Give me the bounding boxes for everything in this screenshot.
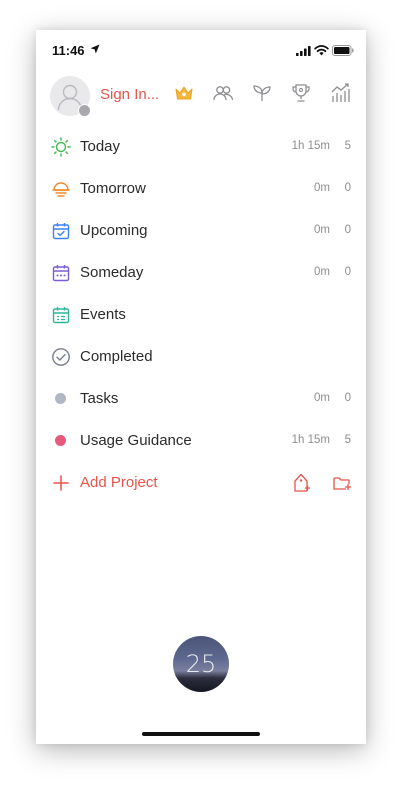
menu-item-count: 5: [344, 434, 351, 446]
home-indicator[interactable]: [142, 732, 260, 736]
sunset-icon: [52, 182, 70, 197]
status-time: 11:46: [52, 43, 85, 58]
menu-item-label: Tasks: [80, 390, 119, 407]
app-screen: 11:46 Sign In... Today 1h 15m 5 Tomorrow…: [36, 30, 366, 744]
menu-item-count: 5: [344, 140, 351, 152]
menu-item-events[interactable]: Events: [36, 294, 366, 336]
menu-item-count: 0: [344, 392, 351, 404]
menu-item-tasks[interactable]: Tasks 0m 0: [36, 378, 366, 420]
location-arrow-icon: [90, 44, 100, 54]
sign-in-link[interactable]: Sign In...: [100, 86, 159, 103]
header: Sign In...: [36, 74, 366, 118]
cellular-signal-icon: [296, 46, 311, 56]
menu-item-duration: 0m: [314, 224, 330, 236]
menu-item-count: 0: [344, 182, 351, 194]
menu-item-someday[interactable]: Someday 0m 0: [36, 252, 366, 294]
wifi-icon: [314, 45, 329, 56]
statistics-icon[interactable]: [329, 82, 351, 104]
crown-icon[interactable]: [173, 82, 195, 104]
project-color-dot: [55, 393, 66, 404]
sun-icon: [51, 137, 71, 157]
add-project-row: Add Project: [36, 462, 366, 504]
menu-item-completed[interactable]: Completed: [36, 336, 366, 378]
add-folder-icon[interactable]: [332, 473, 352, 493]
plus-icon[interactable]: [51, 473, 71, 493]
avatar-badge-icon: [78, 104, 91, 117]
add-tag-icon[interactable]: [291, 472, 311, 494]
status-bar: 11:46: [36, 30, 366, 68]
project-list: Today 1h 15m 5 Tomorrow 0m 0 Upcoming 0m…: [36, 126, 366, 504]
menu-item-count: 0: [344, 266, 351, 278]
menu-item-usage-guidance[interactable]: Usage Guidance 1h 15m 5: [36, 420, 366, 462]
menu-item-upcoming[interactable]: Upcoming 0m 0: [36, 210, 366, 252]
battery-icon: [332, 45, 354, 56]
add-project-button[interactable]: Add Project: [80, 474, 158, 491]
menu-item-label: Completed: [80, 348, 153, 365]
menu-item-today[interactable]: Today 1h 15m 5: [36, 126, 366, 168]
project-color-dot: [55, 435, 66, 446]
calendar-check-icon: [52, 223, 70, 240]
menu-item-duration: 1h 15m: [291, 140, 330, 152]
calendar-dots-icon: [52, 265, 70, 282]
menu-item-label: Upcoming: [80, 222, 148, 239]
menu-item-label: Someday: [80, 264, 144, 281]
check-circle-icon: [52, 348, 70, 366]
menu-item-count: 0: [344, 224, 351, 236]
menu-item-label: Events: [80, 306, 126, 323]
pomodoro-timer-button[interactable]: 25: [173, 636, 229, 692]
sprout-icon[interactable]: [251, 82, 273, 104]
menu-item-duration: 0m: [314, 182, 330, 194]
group-icon[interactable]: [212, 82, 234, 104]
calendar-list-icon: [52, 307, 70, 324]
menu-item-duration: 1h 15m: [291, 434, 330, 446]
menu-item-label: Usage Guidance: [80, 432, 192, 449]
trophy-icon[interactable]: [290, 82, 312, 104]
menu-item-label: Today: [80, 138, 121, 155]
timer-value: 25: [185, 650, 217, 678]
menu-item-duration: 0m: [314, 266, 330, 278]
menu-item-duration: 0m: [314, 392, 330, 404]
menu-item-tomorrow[interactable]: Tomorrow 0m 0: [36, 168, 366, 210]
menu-item-label: Tomorrow: [80, 180, 146, 197]
